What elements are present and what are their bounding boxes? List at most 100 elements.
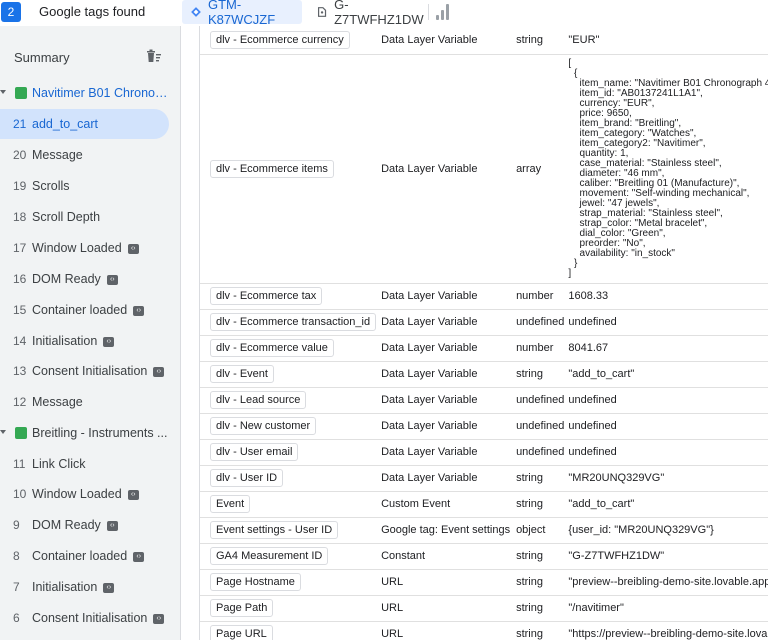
table-row: Event Custom Event string "add_to_cart"	[200, 491, 768, 518]
variable-name: GA4 Measurement ID	[210, 547, 329, 565]
variable-value: 8041.67	[564, 335, 768, 362]
variable-value: "add_to_cart"	[564, 361, 768, 388]
event-item[interactable]: 6 Consent Initialisation ‹›	[0, 603, 180, 633]
event-label: Link Click	[32, 457, 86, 471]
tab-gtm-container[interactable]: GTM-K87WCJZF	[182, 0, 302, 27]
tab-label: G-Z7TWFHZ1DW	[334, 0, 424, 27]
variable-name: dlv - New customer	[210, 417, 317, 435]
event-item[interactable]: 19 Scrolls	[0, 171, 180, 201]
variable-value: "EUR"	[564, 26, 768, 55]
clear-trash-icon[interactable]	[145, 48, 162, 65]
event-item[interactable]: 13 Consent Initialisation ‹›	[0, 356, 180, 386]
variable-type: Data Layer Variable	[376, 465, 512, 492]
variables-panel[interactable]: dlv - Ecommerce currency Data Layer Vari…	[199, 26, 768, 640]
event-item[interactable]: 9 DOM Ready ‹›	[0, 510, 180, 540]
page-icon	[15, 87, 27, 99]
variable-data-type: undefined	[511, 439, 565, 466]
event-item[interactable]: 10 Window Loaded ‹›	[0, 479, 180, 509]
code-icon: ‹›	[106, 274, 118, 285]
event-item[interactable]: 8 Container loaded ‹›	[0, 541, 180, 571]
variable-data-type: object	[511, 517, 565, 544]
variable-type: Google tag: Event settings	[376, 517, 512, 544]
event-label: Consent Initialisation ‹›	[32, 364, 165, 378]
variable-type: Constant	[376, 543, 512, 570]
variable-type: URL	[376, 621, 512, 640]
table-row: dlv - User ID Data Layer Variable string…	[200, 465, 768, 492]
variable-name: dlv - Ecommerce items	[210, 159, 334, 178]
variable-value: "preview--breibling-demo-site.lovable.ap…	[564, 569, 768, 596]
variable-type: Data Layer Variable	[376, 26, 512, 55]
variable-name: Page Path	[210, 599, 274, 617]
event-number: 16	[13, 272, 27, 286]
tab-ga4-tag[interactable]: G-Z7TWFHZ1DW	[308, 0, 432, 27]
event-number: 6	[13, 611, 20, 625]
table-row: Page URL URL string "https://preview--br…	[200, 621, 768, 640]
event-label: DOM Ready ‹›	[32, 272, 118, 286]
variable-type: URL	[376, 595, 512, 622]
event-item[interactable]: 20 Message	[0, 140, 180, 170]
analytics-bars-icon[interactable]	[436, 4, 450, 20]
event-label: add_to_cart	[32, 117, 99, 131]
event-item[interactable]: 15 Container loaded ‹›	[0, 295, 180, 325]
variable-value: undefined	[564, 387, 768, 414]
variable-name: dlv - Event	[210, 365, 274, 383]
code-icon: ‹›	[127, 243, 139, 254]
event-item-add-to-cart[interactable]: 21 add_to_cart	[0, 109, 169, 139]
table-row: dlv - Event Data Layer Variable string "…	[200, 361, 768, 388]
event-item[interactable]: 7 Initialisation ‹›	[0, 572, 180, 602]
variable-value: "/navitimer"	[564, 595, 768, 622]
variable-value: 1608.33	[564, 283, 768, 310]
variable-data-type: string	[511, 569, 565, 596]
event-item[interactable]: 11 Link Click	[0, 449, 180, 479]
event-number: 19	[13, 179, 27, 193]
tab-label: GTM-K87WCJZF	[208, 0, 276, 27]
caret-down-icon[interactable]	[0, 90, 6, 94]
variable-data-type: string	[511, 595, 565, 622]
tab-divider	[428, 4, 429, 20]
variable-name: Event	[210, 495, 251, 513]
event-label: Initialisation ‹›	[32, 334, 115, 348]
variable-name: Event settings - User ID	[210, 521, 339, 539]
variable-type: Custom Event	[376, 491, 512, 518]
variable-value: "G-Z7TWFHZ1DW"	[564, 543, 768, 570]
summary-label: Summary	[14, 50, 70, 65]
page-group-label: Navitimer B01 Chronog...	[32, 86, 172, 100]
code-icon: ‹›	[153, 613, 165, 624]
variable-data-type: string	[511, 465, 565, 492]
event-number: 9	[13, 518, 20, 532]
variables-table: dlv - Ecommerce currency Data Layer Vari…	[200, 26, 768, 640]
variable-data-type: string	[511, 26, 565, 55]
page-group-breitling[interactable]: Breitling - Instruments ...	[0, 418, 180, 448]
event-number: 12	[13, 395, 27, 409]
event-item[interactable]: 17 Window Loaded ‹›	[0, 233, 180, 263]
variable-data-type: undefined	[511, 309, 565, 336]
event-number: 13	[13, 364, 27, 378]
variable-type: URL	[376, 569, 512, 596]
code-icon: ‹›	[133, 551, 145, 562]
variable-name: dlv - Lead source	[210, 391, 307, 409]
variable-type: Data Layer Variable	[376, 387, 512, 414]
event-label: Message	[32, 395, 83, 409]
tag-icon	[317, 7, 327, 17]
summary-item[interactable]: Summary	[0, 42, 180, 72]
table-row: dlv - User email Data Layer Variable und…	[200, 439, 768, 466]
table-row: dlv - Ecommerce items Data Layer Variabl…	[200, 54, 768, 284]
event-item[interactable]: 16 DOM Ready ‹›	[0, 264, 180, 294]
variable-name: dlv - User email	[210, 443, 299, 461]
page-group-navitimer[interactable]: Navitimer B01 Chronog...	[0, 78, 180, 108]
sidebar: Summary Navitimer B01 Chronog... 21 add_…	[0, 26, 181, 640]
variable-data-type: string	[511, 491, 565, 518]
event-number: 20	[13, 148, 27, 162]
variable-data-type: undefined	[511, 387, 565, 414]
event-item[interactable]: 18 Scroll Depth	[0, 202, 180, 232]
variable-name: dlv - Ecommerce currency	[210, 30, 350, 49]
event-number: 17	[13, 241, 27, 255]
event-item[interactable]: 12 Message	[0, 387, 180, 417]
variable-name: dlv - User ID	[210, 469, 284, 487]
variable-type: Data Layer Variable	[376, 413, 512, 440]
variable-value: undefined	[564, 439, 768, 466]
event-label: Container loaded ‹›	[32, 303, 145, 317]
event-item[interactable]: 14 Initialisation ‹›	[0, 326, 180, 356]
caret-down-icon[interactable]	[0, 430, 6, 434]
variable-type: Data Layer Variable	[376, 54, 512, 284]
